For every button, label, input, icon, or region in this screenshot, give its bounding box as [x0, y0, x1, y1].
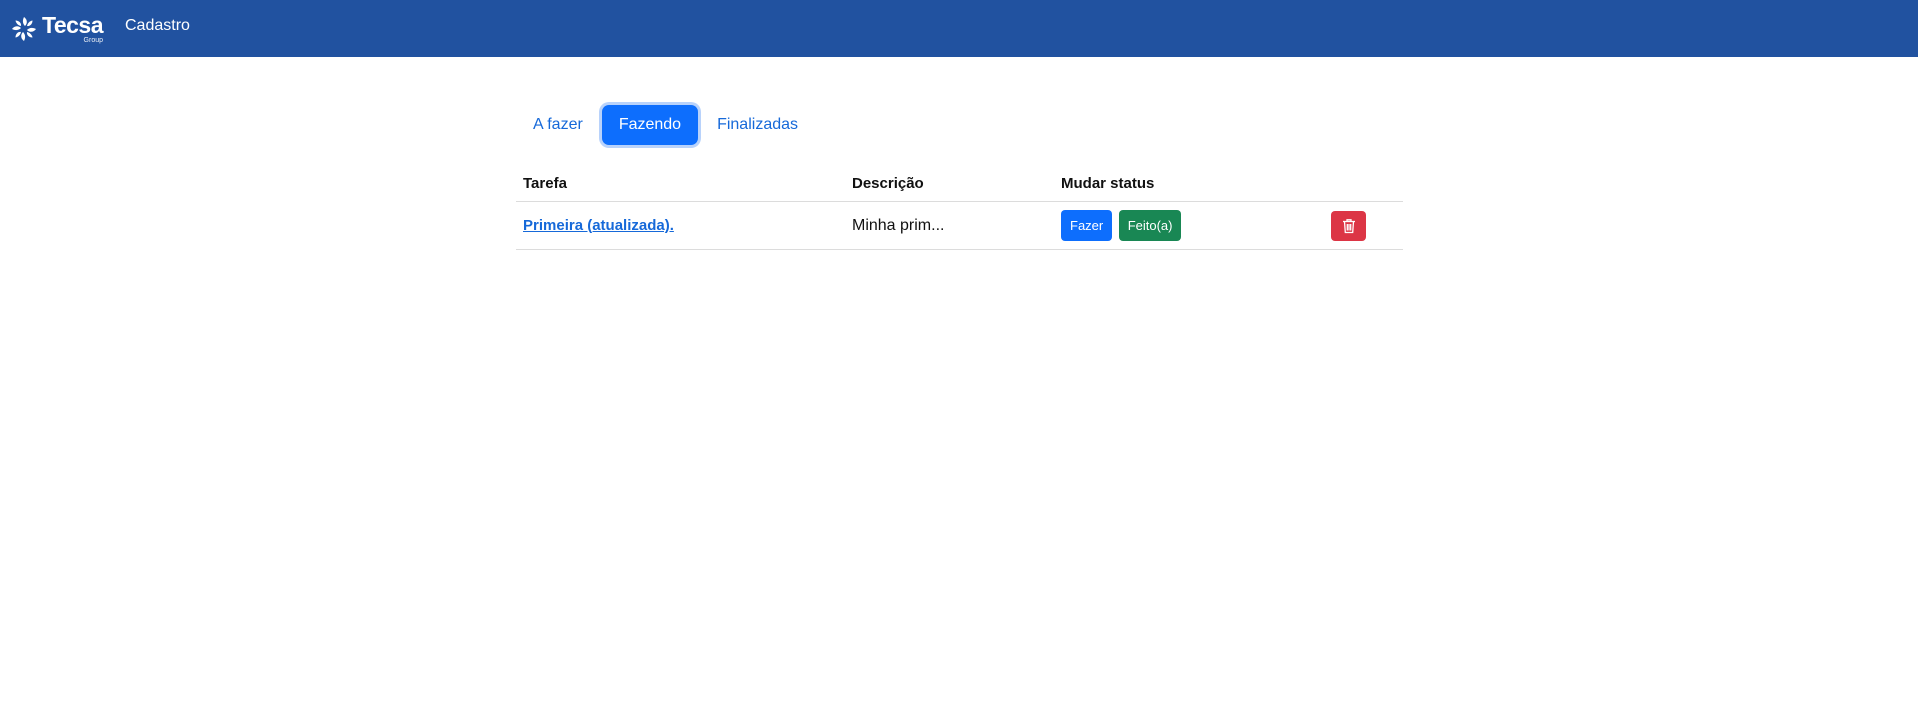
- delete-button[interactable]: [1331, 210, 1366, 241]
- brand-text: Tecsa Group: [42, 12, 104, 45]
- tasks-table: Tarefa Descrição Mudar status Primeira (…: [516, 166, 1403, 250]
- actions-cell: [1315, 201, 1403, 250]
- description-cell: Minha prim...: [845, 201, 1054, 250]
- trash-icon: [1342, 218, 1355, 233]
- feito-button[interactable]: Feito(a): [1118, 210, 1182, 241]
- task-link[interactable]: Primeira (atualizada).: [523, 217, 674, 234]
- tab-finalizadas[interactable]: Finalizadas: [703, 105, 812, 145]
- header-descricao: Descrição: [845, 166, 1054, 202]
- tab-a-fazer[interactable]: A fazer: [519, 105, 597, 145]
- status-cell: Fazer Feito(a): [1054, 201, 1315, 250]
- brand-name: Tecsa: [42, 12, 104, 38]
- task-cell: Primeira (atualizada).: [516, 201, 845, 250]
- table-row: Primeira (atualizada). Minha prim... Faz…: [516, 201, 1403, 250]
- nav-link-cadastro[interactable]: Cadastro: [125, 17, 190, 35]
- tecsa-logo-icon: [12, 17, 36, 41]
- brand-logo[interactable]: Tecsa Group: [10, 12, 104, 46]
- brand-subtitle: Group: [83, 37, 104, 44]
- table-header-row: Tarefa Descrição Mudar status: [516, 166, 1403, 202]
- header-mudar-status: Mudar status: [1054, 166, 1315, 202]
- header-tarefa: Tarefa: [516, 166, 845, 202]
- fazer-button[interactable]: Fazer: [1061, 210, 1113, 241]
- status-tabs: A fazer Fazendo Finalizadas: [519, 105, 817, 145]
- header-actions: [1315, 166, 1403, 202]
- top-navbar: Tecsa Group Cadastro: [0, 0, 1918, 57]
- tab-fazendo[interactable]: Fazendo: [601, 105, 699, 145]
